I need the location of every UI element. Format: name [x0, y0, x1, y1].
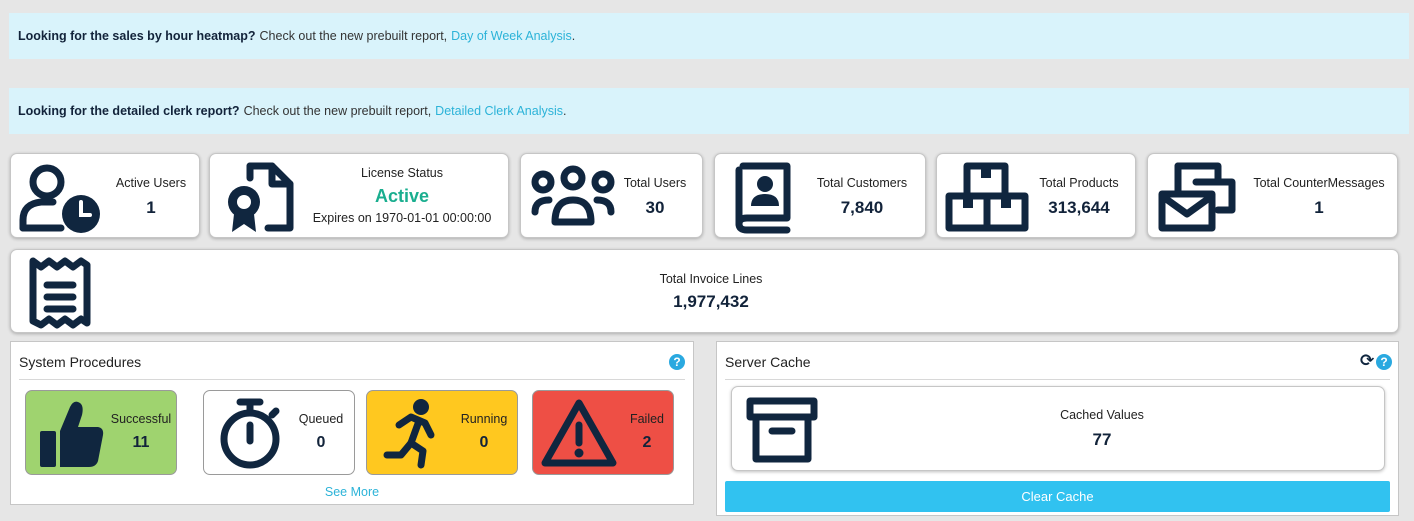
total-products-card: Total Products 313,644 [936, 153, 1136, 238]
server-cache-title: Server Cache [725, 354, 811, 370]
running-icon [381, 397, 443, 474]
divider [725, 379, 1390, 380]
total-counter-messages-card: Total CounterMessages 1 [1147, 153, 1398, 238]
total-invoice-lines-label: Total Invoice Lines [659, 272, 763, 286]
failed-value: 2 [642, 434, 652, 451]
detailed-clerk-analysis-link[interactable]: Detailed Clerk Analysis [435, 104, 563, 118]
successful-label: Successful [110, 412, 172, 426]
system-procedures-panel: System Procedures ? Successful 11 Queued [10, 341, 694, 505]
active-users-label: Active Users [115, 176, 187, 190]
contact-book-icon [733, 160, 793, 239]
refresh-icon[interactable]: ⟳ [1360, 351, 1374, 371]
banner-bold-text: Looking for the sales by hour heatmap? [18, 29, 256, 43]
info-banner-clerk: Looking for the detailed clerk report? C… [9, 88, 1409, 134]
banner-suffix: . [563, 104, 567, 118]
active-users-card: Active Users 1 [10, 153, 200, 238]
cached-values-value: 77 [1092, 430, 1112, 449]
license-status-value: Active [374, 186, 430, 206]
help-icon[interactable]: ? [1376, 354, 1392, 370]
queued-value: 0 [316, 434, 326, 451]
users-group-icon [529, 164, 617, 235]
stopwatch-icon [218, 397, 282, 476]
total-invoice-lines-value: 1,977,432 [673, 292, 749, 311]
total-invoice-lines-card: Total Invoice Lines 1,977,432 [10, 249, 1399, 333]
receipt-icon [27, 255, 93, 334]
boxes-icon [943, 160, 1029, 239]
info-banner-heatmap: Looking for the sales by hour heatmap? C… [9, 13, 1409, 59]
failed-label: Failed [629, 412, 665, 426]
certificate-icon [222, 160, 296, 239]
cached-values-label: Cached Values [1060, 408, 1144, 422]
total-counter-messages-label: Total CounterMessages [1253, 176, 1385, 190]
total-users-card: Total Users 30 [520, 153, 703, 238]
total-products-value: 313,644 [1048, 198, 1110, 217]
envelopes-icon [1156, 160, 1238, 239]
license-expiry: Expires on 1970-01-01 00:00:00 [312, 211, 492, 225]
help-icon[interactable]: ? [669, 354, 685, 370]
total-customers-card: Total Customers 7,840 [714, 153, 926, 238]
banner-text: Check out the new prebuilt report, [243, 104, 432, 118]
day-of-week-analysis-link[interactable]: Day of Week Analysis [451, 29, 572, 43]
queued-label: Queued [298, 412, 344, 426]
total-customers-label: Total Customers [816, 176, 908, 190]
thumbs-up-icon [36, 397, 106, 474]
queued-procedures-stat[interactable]: Queued 0 [203, 390, 355, 475]
divider [19, 379, 685, 380]
total-customers-value: 7,840 [840, 198, 884, 217]
active-users-value: 1 [146, 198, 156, 217]
warning-icon [539, 397, 619, 474]
total-users-label: Total Users [623, 176, 687, 190]
failed-procedures-stat[interactable]: Failed 2 [532, 390, 674, 475]
archive-box-icon [744, 395, 820, 470]
banner-bold-text: Looking for the detailed clerk report? [18, 104, 240, 118]
running-procedures-stat[interactable]: Running 0 [366, 390, 518, 475]
total-counter-messages-value: 1 [1314, 198, 1324, 217]
system-procedures-title: System Procedures [19, 354, 142, 370]
running-label: Running [460, 412, 508, 426]
banner-suffix: . [571, 29, 576, 43]
cached-values-card: Cached Values 77 [731, 386, 1385, 471]
successful-procedures-stat[interactable]: Successful 11 [25, 390, 177, 475]
license-status-card: License Status Active Expires on 1970-01… [209, 153, 509, 238]
server-cache-panel: Server Cache ⟳ ? Cached Values 77 Clear … [716, 341, 1399, 516]
total-users-value: 30 [645, 198, 665, 217]
clear-cache-button[interactable]: Clear Cache [725, 481, 1390, 512]
see-more-link[interactable]: See More [11, 485, 693, 499]
user-clock-icon [17, 162, 113, 239]
total-products-label: Total Products [1039, 176, 1119, 190]
banner-text: Check out the new prebuilt report, [259, 29, 448, 43]
license-status-label: License Status [361, 166, 443, 180]
successful-value: 11 [132, 434, 150, 451]
running-value: 0 [479, 434, 489, 451]
